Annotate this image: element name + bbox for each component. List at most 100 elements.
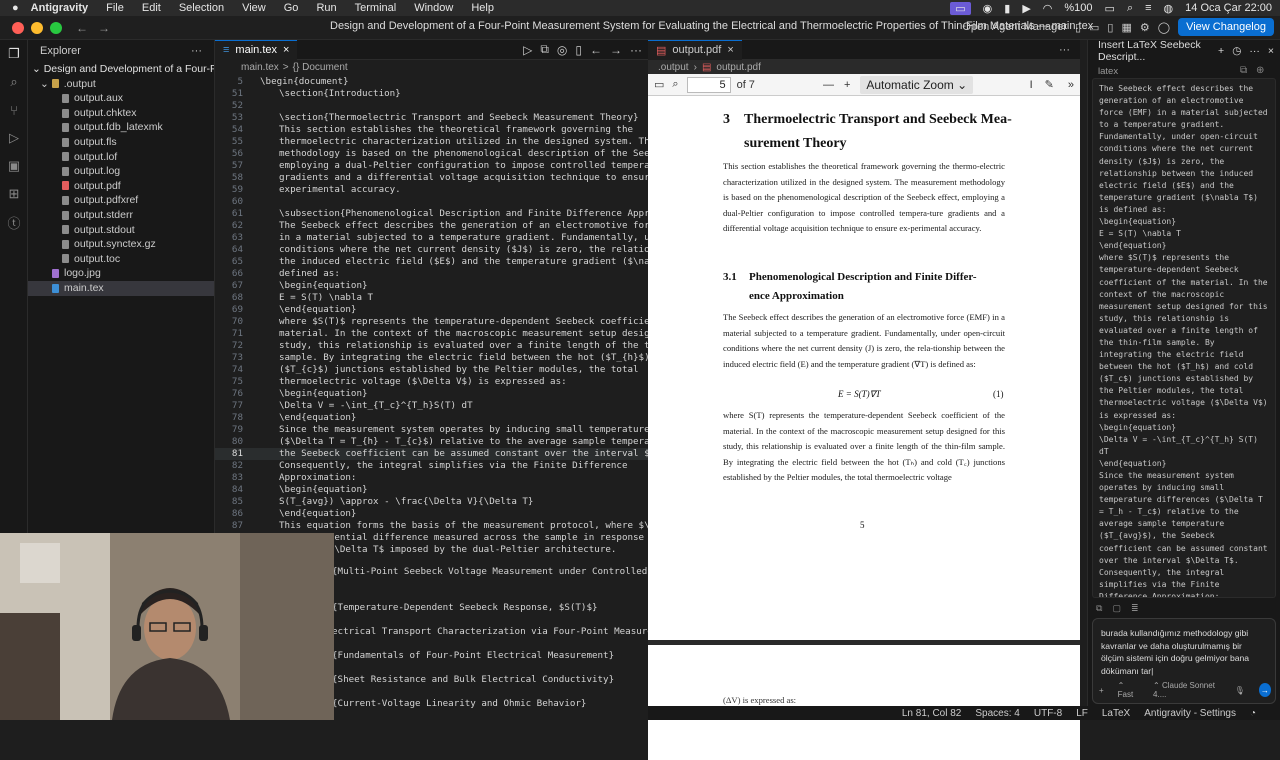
tree-root-folder[interactable]: ⌄ Design and Development of a Four-Point… <box>28 62 214 77</box>
tree-file-item-selected[interactable]: main.tex <box>28 280 214 296</box>
source-control-icon[interactable]: ⑂ <box>0 96 28 124</box>
breadcrumb-symbol[interactable]: {} Document <box>293 62 348 73</box>
code-line[interactable]: 62 The Seebeck effect describes the gene… <box>215 220 648 232</box>
view-pdf-icon[interactable]: ⧉ <box>540 42 549 57</box>
code-line[interactable]: 57 employing a dual-Peltier configuratio… <box>215 160 648 172</box>
code-line[interactable]: 70 where $S(T)$ represents the temperatu… <box>215 316 648 328</box>
database-icon[interactable]: ≣ <box>1131 603 1139 614</box>
search-icon[interactable]: ⌕ <box>1127 2 1133 15</box>
tree-file-item[interactable]: logo.jpg <box>28 266 214 281</box>
display-icon[interactable]: ▮ <box>1004 2 1010 15</box>
code-line[interactable]: 87 This equation forms the basis of the … <box>215 520 648 532</box>
menu-terminal[interactable]: Terminal <box>355 2 397 14</box>
indentation[interactable]: Spaces: 4 <box>975 708 1019 719</box>
folded-section-heading[interactable]: {Current-Voltage Linearity and Ohmic Beh… <box>332 698 586 709</box>
go-back-icon[interactable]: ← <box>590 43 602 57</box>
menu-selection[interactable]: Selection <box>179 2 224 14</box>
more-tools-icon[interactable]: » <box>1068 79 1074 91</box>
code-line[interactable]: 80 ($\Delta T = T_{h} - T_{c}$) relative… <box>215 436 648 448</box>
code-line[interactable]: 69 \end{equation} <box>215 304 648 316</box>
maximize-window-button[interactable] <box>50 21 62 34</box>
language-mode[interactable]: LaTeX <box>1102 708 1130 719</box>
zoom-out-button[interactable]: — <box>823 79 834 91</box>
close-window-button[interactable] <box>12 21 24 34</box>
tree-folder-output[interactable]: ⌄ .output <box>28 77 214 92</box>
folded-section-heading[interactable]: {Temperature-Dependent Seebeck Response,… <box>332 602 598 613</box>
tree-file-item[interactable]: output.stderr <box>28 208 214 223</box>
code-line[interactable]: 63 in a material subjected to a temperat… <box>215 232 648 244</box>
code-line[interactable]: 5 \begin{document} <box>215 76 648 88</box>
chat-input-text[interactable]: burada kullandığımız methodology gibi ka… <box>1093 619 1275 685</box>
wifi-icon[interactable]: ◠ <box>1043 2 1053 15</box>
remote-explorer-icon[interactable]: ▣ <box>0 152 28 180</box>
send-button[interactable]: → <box>1258 683 1271 697</box>
back-arrow-icon[interactable]: ← <box>76 21 88 35</box>
copy-icon[interactable]: ⧉ <box>1240 65 1247 76</box>
find-icon[interactable]: ⌕ <box>672 78 678 91</box>
explorer-icon[interactable]: ❐ <box>0 40 28 68</box>
apply-icon[interactable]: ▢ <box>1112 603 1121 614</box>
control-center-icon[interactable]: ≡ <box>1145 2 1151 14</box>
code-line[interactable]: 77 \Delta V = -\int_{T_c}^{T_h}S(T) dT <box>215 400 648 412</box>
close-icon[interactable]: × <box>1268 45 1274 57</box>
forward-arrow-icon[interactable]: → <box>98 21 110 35</box>
tree-file-item[interactable]: output.fdb_latexmk <box>28 120 214 135</box>
account-icon[interactable]: ◯ <box>1158 21 1170 34</box>
code-lines[interactable]: 5 \begin{document} 51 \section{Introductio… <box>215 76 648 556</box>
open-agent-manager-button[interactable]: Open Agent Manager <box>962 21 1067 33</box>
code-line[interactable]: 85 S(T_{avg}) \approx - \frac{\Delta V}{… <box>215 496 648 508</box>
code-line[interactable]: 79 Since the measurement system operates… <box>215 424 648 436</box>
split-editor-icon[interactable]: ▯ <box>575 43 582 57</box>
code-line[interactable]: 61 \subsection{Phenomenological Descript… <box>215 208 648 220</box>
mode-select[interactable]: ⌃ Fast <box>1118 681 1139 699</box>
code-line[interactable]: 68 E = S(T) \nabla T <box>215 292 648 304</box>
menu-run[interactable]: Run <box>316 2 336 14</box>
run-debug-icon[interactable]: ▷ <box>0 124 28 152</box>
menu-go[interactable]: Go <box>284 2 299 14</box>
code-line[interactable]: 74 ($T_{c}$) junctions established by th… <box>215 364 648 376</box>
tex-icon[interactable]: ⓣ <box>0 208 28 236</box>
code-line[interactable]: 59 experimental accuracy. <box>215 184 648 196</box>
toggle-sidebar-icon[interactable]: ▯ <box>1075 21 1081 34</box>
apple-icon[interactable]: ● <box>12 2 19 14</box>
siri-icon[interactable]: ◍ <box>1164 2 1174 15</box>
code-line[interactable]: 76 \begin{equation} <box>215 388 648 400</box>
tree-file-item[interactable]: output.stdout <box>28 223 214 238</box>
model-select[interactable]: ⌃ Claude Sonnet 4.... <box>1153 681 1221 699</box>
tree-file-item[interactable]: output.chktex <box>28 106 214 121</box>
tree-file-item[interactable]: output.pdfxref <box>28 193 214 208</box>
app-menu[interactable]: Antigravity <box>31 2 88 14</box>
code-line[interactable]: 83 Approximation: <box>215 472 648 484</box>
notifications-icon[interactable]: ◔ <box>1250 708 1256 719</box>
screen-icon[interactable]: ▭ <box>950 1 971 15</box>
insert-icon[interactable]: ⊕ <box>1256 65 1264 76</box>
close-icon[interactable]: × <box>283 44 289 56</box>
mic-icon[interactable]: 🎙︎ <box>1235 686 1245 695</box>
code-line[interactable]: 82 Consequently, the integral simplifies… <box>215 460 648 472</box>
line-ending[interactable]: LF <box>1076 708 1088 719</box>
breadcrumb-file[interactable]: output.pdf <box>716 62 760 73</box>
airdrop-icon[interactable]: ◉ <box>983 2 993 15</box>
menu-window[interactable]: Window <box>414 2 453 14</box>
text-select-icon[interactable]: I <box>1030 79 1033 91</box>
folded-section-heading[interactable]: {Fundamentals of Four-Point Electrical M… <box>332 650 614 661</box>
draw-icon[interactable]: ✎ <box>1045 78 1054 91</box>
tree-file-item[interactable]: output.pdf <box>28 179 214 194</box>
menu-file[interactable]: File <box>106 2 124 14</box>
folded-section-heading[interactable]: ectrical Transport Characterization via … <box>332 626 686 637</box>
code-line[interactable]: 78 \end{equation} <box>215 412 648 424</box>
history-icon[interactable]: ◷ <box>1232 45 1241 57</box>
code-line[interactable]: 56 methodology is based on the phenomeno… <box>215 148 648 160</box>
code-line[interactable]: 67 \begin{equation} <box>215 280 648 292</box>
tree-file-item[interactable]: output.lof <box>28 150 214 165</box>
code-line[interactable]: 55 thermoelectric characterization utili… <box>215 136 648 148</box>
cursor-position[interactable]: Ln 81, Col 82 <box>902 708 962 719</box>
code-line[interactable]: 60 <box>215 196 648 208</box>
tree-file-item[interactable]: output.synctex.gz <box>28 237 214 252</box>
code-line[interactable]: 71 material. In the context of the macro… <box>215 328 648 340</box>
view-changelog-button[interactable]: View Changelog <box>1178 18 1274 36</box>
code-line[interactable]: 73 sample. By integrating the electric f… <box>215 352 648 364</box>
go-forward-icon[interactable]: → <box>610 43 622 57</box>
code-line[interactable]: 53 \section{Thermoelectric Transport and… <box>215 112 648 124</box>
new-chat-icon[interactable]: + <box>1218 45 1224 57</box>
